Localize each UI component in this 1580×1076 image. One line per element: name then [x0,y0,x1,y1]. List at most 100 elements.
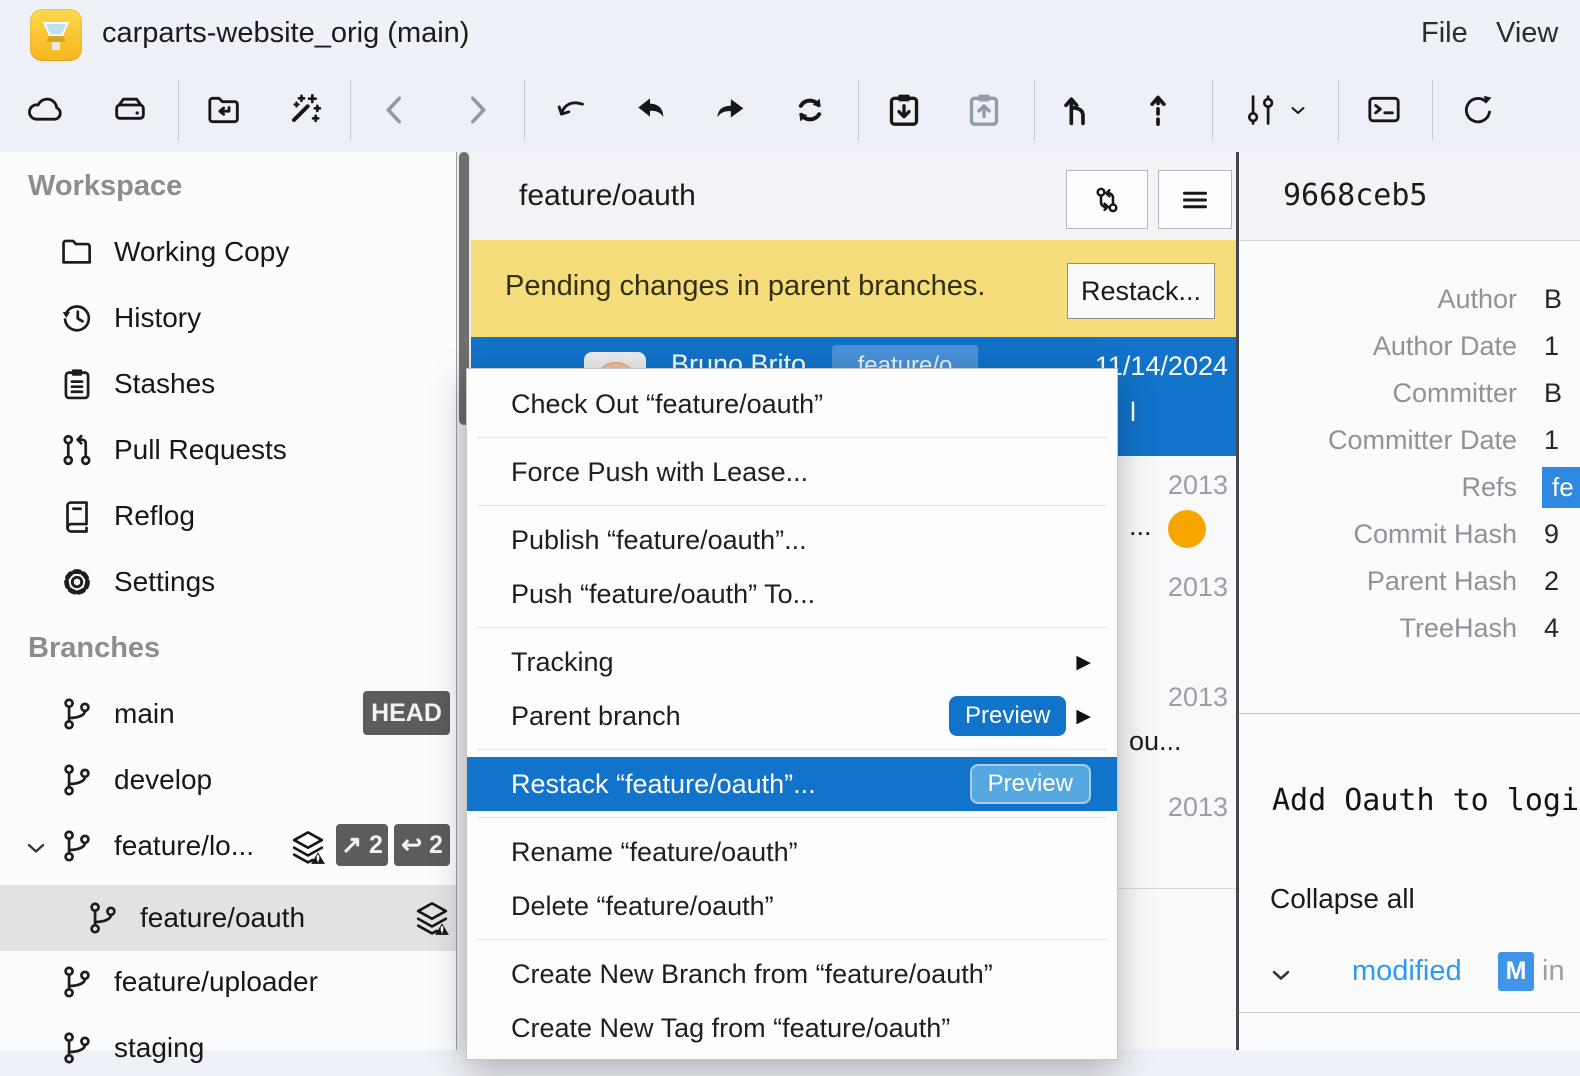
status-dot [1168,510,1206,548]
banner-text: Pending changes in parent branches. [505,270,985,303]
detail-label: TreeHash [1399,613,1517,644]
local-repo-button[interactable] [98,78,162,142]
branch-item-develop[interactable]: develop [0,752,456,808]
commit-message-tail: ... [1129,511,1152,542]
forward-button[interactable] [445,78,509,142]
toolbar [0,70,1580,153]
menu-item-delete[interactable]: Delete “feature/oauth” [467,879,1117,933]
app-icon [30,9,82,61]
terminal-icon [1364,90,1404,130]
detail-value: 2 [1544,566,1559,597]
branches-header: Branches [28,632,160,665]
menu-item-publish[interactable]: Publish “feature/oauth”... [467,513,1117,567]
file-status: modified [1352,955,1462,988]
compare-dropdown-button[interactable] [1228,78,1324,142]
commit-message-tail: ou... [1129,726,1182,757]
modified-badge: M [1498,952,1534,991]
behind-badge: ↩ 2 [394,824,450,866]
submenu-arrow-icon: ▶ [1076,651,1091,674]
sidebar-item-label: Stashes [114,368,215,400]
merge-button[interactable] [1046,78,1110,142]
cloud-button[interactable] [13,78,77,142]
preview-badge: Preview [970,764,1091,804]
hamburger-icon [1177,182,1213,218]
terminal-button[interactable] [1352,78,1416,142]
list-view-button[interactable] [1158,170,1232,229]
workspace-header: Workspace [28,170,182,203]
menu-item-rename[interactable]: Rename “feature/oauth” [467,825,1117,879]
commit-date: 2013 [1168,682,1228,713]
branch-label: feature/oauth [140,902,305,934]
redo-button[interactable] [698,78,762,142]
undo-button[interactable] [618,78,682,142]
branch-item-feature-oauth[interactable]: feature/oauth [0,885,456,951]
sidebar-item-reflog[interactable]: Reflog [0,488,456,544]
detail-label: Parent Hash [1367,566,1517,597]
menu-item-create-branch[interactable]: Create New Branch from “feature/oauth” [467,947,1117,1001]
checkout-button[interactable] [538,78,602,142]
menu-item-create-tag[interactable]: Create New Tag from “feature/oauth” [467,1001,1117,1055]
sidebar-item-pull-requests[interactable]: Pull Requests [0,422,456,478]
branch-item-main[interactable]: main HEAD [0,686,456,742]
detail-value: 4 [1544,613,1559,644]
menu-separator [467,621,1117,635]
sidebar-item-settings[interactable]: Settings [0,554,456,610]
menu-item-tracking[interactable]: Tracking ▶ [467,635,1117,689]
chevron-down-icon[interactable] [22,834,50,862]
stash-icon [58,365,96,403]
chevron-right-icon [457,90,497,130]
detail-label: Commit Hash [1353,519,1517,550]
sync-button[interactable] [778,78,842,142]
menu-item-restack[interactable]: Restack “feature/oauth”... Preview [467,757,1117,811]
menu-separator [467,933,1117,947]
git-compare-icon [1089,182,1125,218]
changed-file-row[interactable]: modified M in [1239,937,1580,1013]
branch-graph-icon [1242,91,1280,129]
menu-item-force-push[interactable]: Force Push with Lease... [467,445,1117,499]
rebase-button[interactable] [1126,78,1190,142]
compare-button[interactable] [1066,170,1148,229]
file-name: in [1542,955,1565,988]
quick-actions-button[interactable] [272,78,336,142]
branch-item-feature-uploader[interactable]: feature/uploader [0,954,456,1010]
drive-icon [110,90,150,130]
stash-save-button[interactable] [872,78,936,142]
sidebar-item-label: Pull Requests [114,434,287,466]
sidebar-item-history[interactable]: History [0,290,456,346]
merge-icon [1058,90,1098,130]
detail-label: Committer Date [1328,425,1517,456]
ahead-badge: ↗ 2 [336,824,388,866]
open-repo-button[interactable] [192,78,256,142]
sync-icon [790,90,830,130]
restack-button[interactable]: Restack... [1067,263,1215,319]
menu-file[interactable]: File [1421,17,1468,50]
branch-item-staging[interactable]: staging [0,1020,456,1076]
menu-view[interactable]: View [1496,17,1558,50]
sidebar-item-working-copy[interactable]: Working Copy [0,224,456,280]
pull-request-icon [58,431,96,469]
chevron-down-icon[interactable] [1267,961,1295,989]
menu-item-push-to[interactable]: Push “feature/oauth” To... [467,567,1117,621]
clipboard-down-icon [884,90,924,130]
preview-badge: Preview [949,696,1066,736]
chevron-left-icon [375,90,415,130]
branch-icon [58,827,96,865]
refresh-button[interactable] [1446,78,1510,142]
branch-icon [58,695,96,733]
stash-pop-button[interactable] [952,78,1016,142]
divider [1239,713,1580,714]
redo-arrow-icon [710,90,750,130]
back-button[interactable] [363,78,427,142]
sidebar-item-stashes[interactable]: Stashes [0,356,456,412]
submenu-arrow-icon: ▶ [1076,705,1091,728]
detail-value: 1 [1544,331,1559,362]
stack-warning-icon [412,898,452,938]
menu-separator [467,499,1117,513]
branch-item-feature-lo[interactable]: feature/lo... ↗ 2 ↩ 2 [0,818,456,874]
commit-date: 2013 [1168,792,1228,823]
menu-item-checkout[interactable]: Check Out “feature/oauth” [467,377,1117,431]
sidebar-item-label: Working Copy [114,236,289,268]
menu-item-parent-branch[interactable]: Parent branch Preview ▶ [467,689,1117,743]
collapse-all-button[interactable]: Collapse all [1270,883,1415,915]
chevron-down-icon [1286,98,1310,122]
